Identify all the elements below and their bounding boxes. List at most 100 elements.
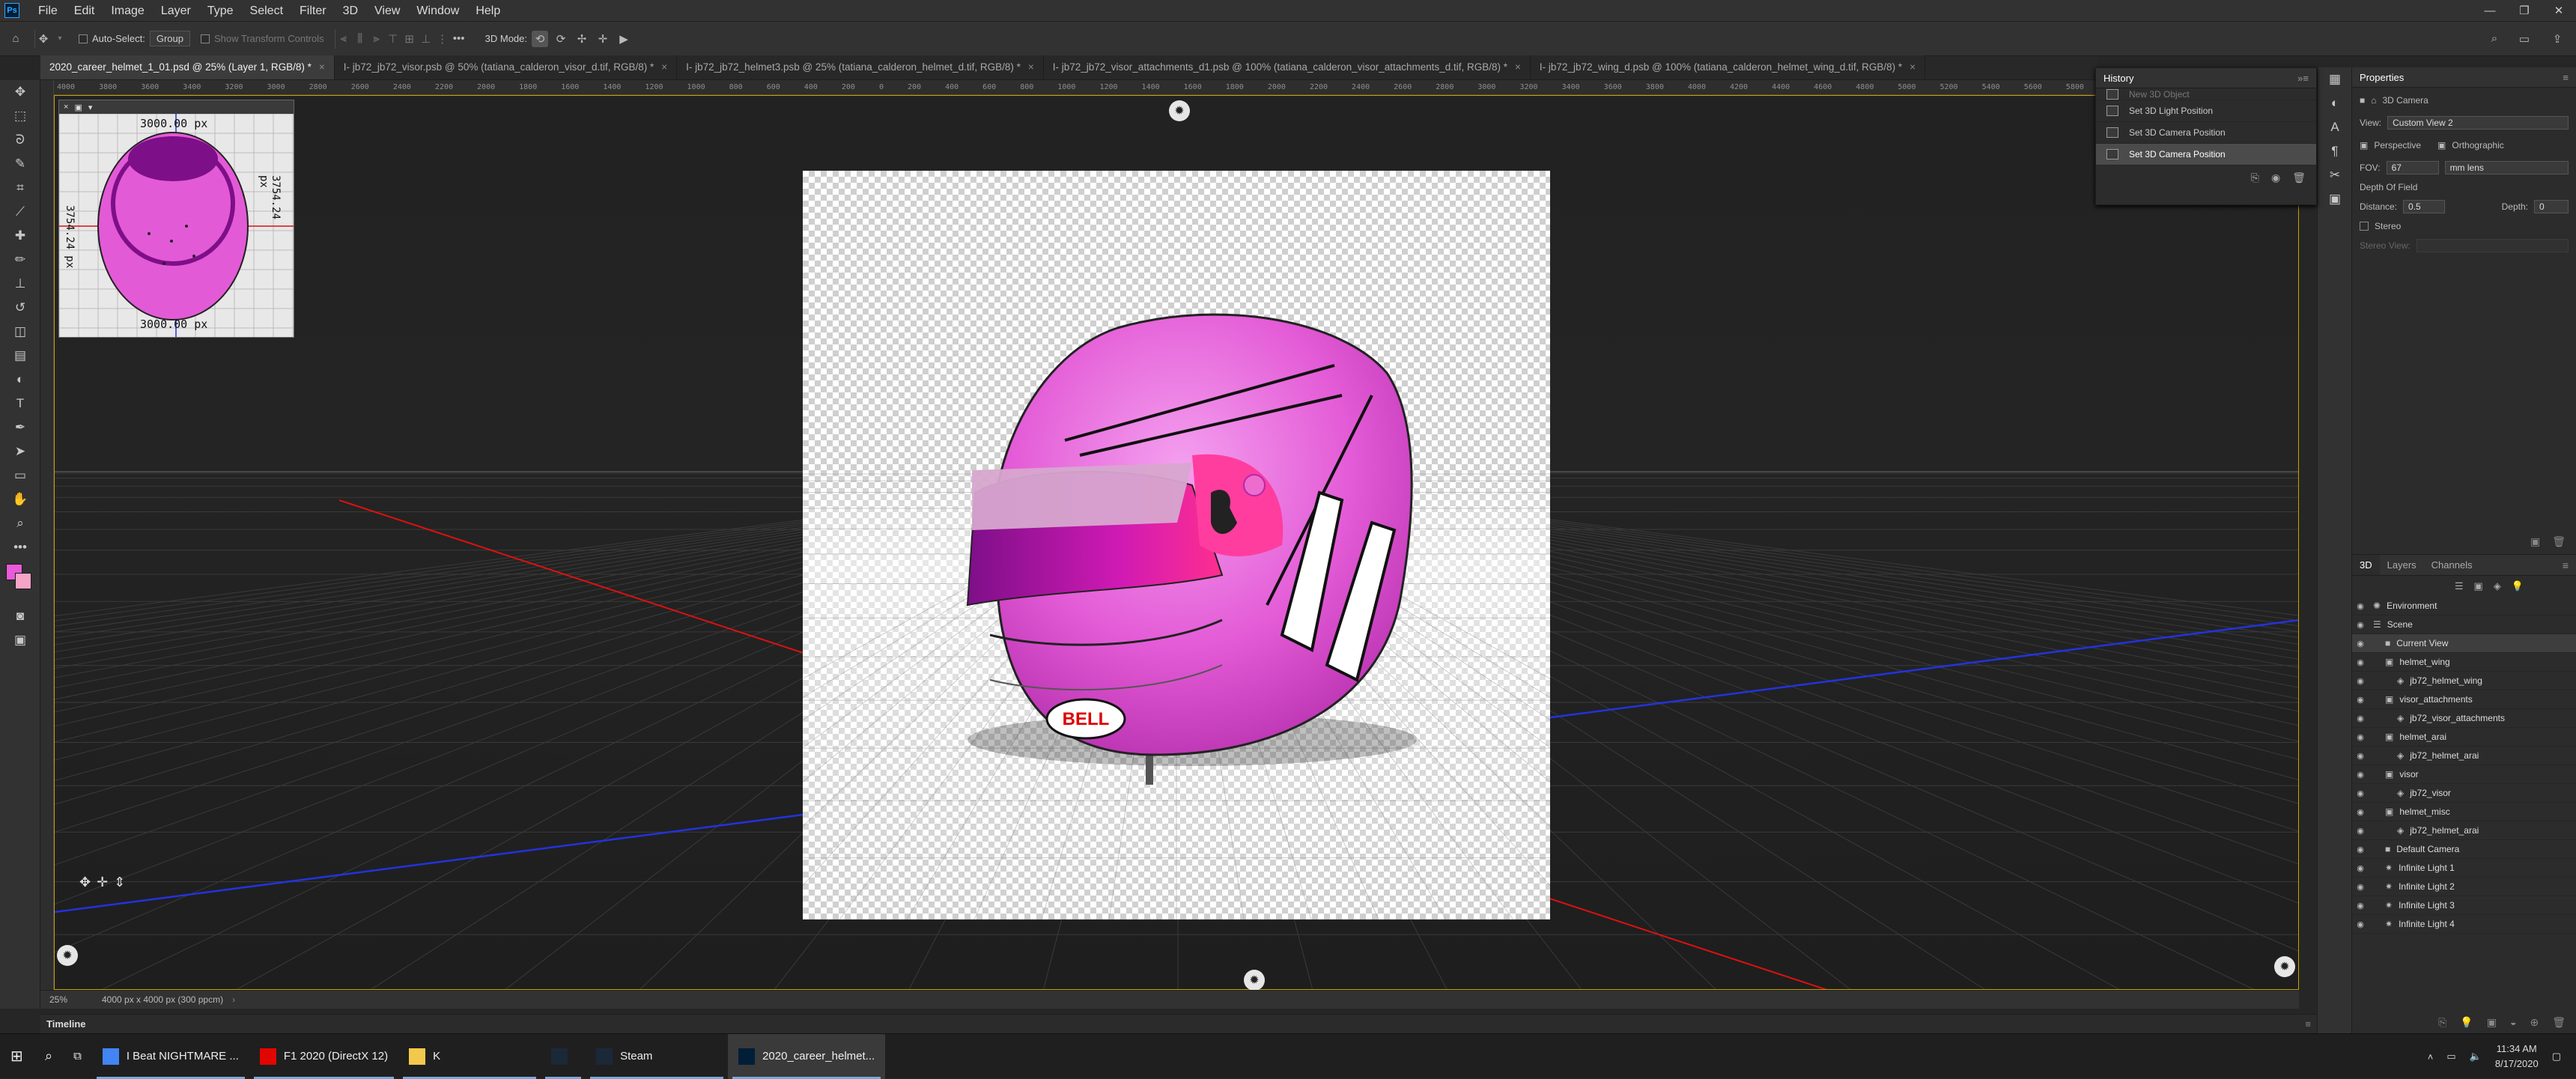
render-icon[interactable]: ▣ <box>2530 535 2540 548</box>
filter-scene-icon[interactable]: ☰ <box>2455 580 2464 592</box>
view-dropdown-icon[interactable]: ▾ <box>88 103 93 112</box>
render-icon[interactable]: ▣ <box>2487 1016 2497 1029</box>
visibility-eye-icon[interactable]: ◉ <box>2352 676 2369 686</box>
taskbar-app-button[interactable]: Steam <box>586 1034 728 1079</box>
view-menu-icon[interactable]: ▣ <box>74 103 82 112</box>
new-document-from-state-icon[interactable]: ⎘ <box>2251 171 2259 184</box>
roll-3d-icon[interactable]: ⟳ <box>553 31 569 47</box>
search-icon[interactable]: ⌕ <box>2486 31 2503 47</box>
libraries-panel-icon[interactable]: ▣ <box>2318 187 2352 211</box>
visibility-eye-icon[interactable]: ◉ <box>2352 826 2369 836</box>
more-tools-icon[interactable]: ••• <box>0 535 40 559</box>
close-tab-icon[interactable]: × <box>1910 61 1916 73</box>
menu-file[interactable]: File <box>30 0 66 22</box>
scene-tree-row[interactable]: ◉ ◈ jb72_visor <box>2352 784 2576 803</box>
history-item[interactable]: Set 3D Camera Position <box>2096 144 2316 165</box>
brush-tool-icon[interactable]: ✏ <box>0 248 40 272</box>
stamp-tool-icon[interactable]: ⊥ <box>0 272 40 296</box>
align-bottom-icon[interactable]: ⊥ <box>418 31 434 47</box>
tools-panel-icon[interactable]: ✂ <box>2318 163 2352 187</box>
add-constraint-icon[interactable]: ⎘ <box>2438 1016 2446 1029</box>
eraser-tool-icon[interactable]: ◫ <box>0 320 40 344</box>
menu-edit[interactable]: Edit <box>66 0 103 22</box>
ground-shadow-icon[interactable]: ◒ <box>2510 1016 2516 1029</box>
restore-button[interactable]: ❐ <box>2507 0 2542 22</box>
scene-tree-row[interactable]: ◉ ▣ helmet_wing <box>2352 653 2576 672</box>
start-button[interactable]: ⊞ <box>0 1034 34 1079</box>
auto-select-checkbox[interactable] <box>79 34 88 43</box>
task-view-button[interactable]: ⧉ <box>63 1034 92 1079</box>
tab-document[interactable]: 2020_career_helmet_1_01.psd @ 25% (Layer… <box>40 55 335 79</box>
scale-axis-icon[interactable]: ⇕ <box>114 875 125 890</box>
chevron-down-icon[interactable]: ▾ <box>52 31 68 47</box>
tab-3d[interactable]: 3D <box>2352 555 2380 575</box>
fov-input[interactable]: 67 <box>2386 161 2439 174</box>
more-options-icon[interactable]: ••• <box>451 31 467 47</box>
visibility-eye-icon[interactable]: ◉ <box>2352 882 2369 892</box>
trash-icon[interactable]: 🗑 <box>2552 535 2566 548</box>
align-right-icon[interactable]: ⫸ <box>368 31 385 47</box>
scene-tree-row[interactable]: ◉ ▣ helmet_arai <box>2352 728 2576 747</box>
perspective-option[interactable]: Perspective <box>2374 140 2421 151</box>
close-tab-icon[interactable]: × <box>1028 61 1034 73</box>
shape-tool-icon[interactable]: ▭ <box>0 463 40 487</box>
scene-tree-row[interactable]: ◉ ◈ jb72_visor_attachments <box>2352 709 2576 728</box>
search-button[interactable]: ⌕ <box>34 1034 63 1079</box>
hand-tool-icon[interactable]: ✋ <box>0 487 40 511</box>
close-tab-icon[interactable]: × <box>319 61 325 73</box>
drag-3d-icon[interactable]: ✢ <box>574 31 590 47</box>
gradient-tool-icon[interactable]: ▤ <box>0 344 40 368</box>
menu-select[interactable]: Select <box>242 0 291 22</box>
dodge-tool-icon[interactable]: ◐ <box>0 368 40 392</box>
scene-tree-row[interactable]: ◉ ☰ Scene <box>2352 616 2576 634</box>
view-dropdown[interactable]: Custom View 2 <box>2387 116 2569 130</box>
zoom-tool-icon[interactable]: ⌕ <box>0 511 40 535</box>
taskbar-app-button[interactable] <box>541 1034 586 1079</box>
scene-tree-row[interactable]: ◉ ▣ visor_attachments <box>2352 690 2576 709</box>
visibility-eye-icon[interactable]: ◉ <box>2352 732 2369 742</box>
menu-type[interactable]: Type <box>199 0 242 22</box>
share-icon[interactable]: ⇪ <box>2549 31 2566 47</box>
move-axis-icon[interactable]: ✛ <box>97 875 108 890</box>
lens-dropdown[interactable]: mm lens <box>2444 161 2569 174</box>
visibility-eye-icon[interactable]: ◉ <box>2352 695 2369 705</box>
panel-menu-icon[interactable]: »≡ <box>2297 73 2309 84</box>
chevron-up-icon[interactable]: ˄ <box>2428 1051 2434 1063</box>
adjustments-panel-icon[interactable]: ◐ <box>2318 91 2352 115</box>
light-source-icon[interactable]: ✹ <box>2274 956 2295 977</box>
move-tool-icon[interactable]: ✥ <box>35 31 52 47</box>
add-light-icon[interactable]: 💡 <box>2460 1016 2473 1029</box>
secondary-view[interactable]: × ▣ ▾ 3000.00 px 3000.00 px 3754.24 px 3… <box>58 100 294 338</box>
new-object-icon[interactable]: ⊕ <box>2530 1016 2539 1029</box>
visibility-eye-icon[interactable]: ◉ <box>2352 845 2369 854</box>
close-view-icon[interactable]: × <box>64 103 68 112</box>
history-item[interactable]: Set 3D Camera Position <box>2096 122 2316 144</box>
trash-icon[interactable]: 🗑 <box>2552 1016 2566 1029</box>
show-transform-option[interactable]: Show Transform Controls <box>200 33 324 44</box>
scene-tree-row[interactable]: ◉ ▣ visor <box>2352 765 2576 784</box>
trash-icon[interactable]: 🗑 <box>2292 171 2306 184</box>
menu-filter[interactable]: Filter <box>291 0 335 22</box>
move-tool-icon[interactable]: ✥ <box>0 80 40 104</box>
screen-mode-icon[interactable]: ▣ <box>0 628 40 652</box>
visibility-eye-icon[interactable]: ◉ <box>2352 901 2369 911</box>
home-icon[interactable]: ⌂ <box>7 31 24 47</box>
taskbar-app-button[interactable]: K <box>398 1034 541 1079</box>
distribute-icon[interactable]: ⋮ <box>434 31 451 47</box>
visibility-eye-icon[interactable]: ◉ <box>2352 863 2369 873</box>
lasso-tool-icon[interactable]: ᘐ <box>0 128 40 152</box>
perspective-icon[interactable]: ▣ <box>2360 140 2368 151</box>
auto-select-option[interactable]: Auto-Select: Group <box>79 31 190 46</box>
notifications-icon[interactable]: ▢ <box>2552 1051 2561 1063</box>
panel-menu-icon[interactable]: ≡ <box>2563 72 2569 83</box>
scene-tree-row[interactable]: ◉ ✷ Infinite Light 3 <box>2352 896 2576 915</box>
taskbar-app-button[interactable]: 2020_career_helmet... <box>728 1033 886 1079</box>
marquee-tool-icon[interactable]: ⬚ <box>0 104 40 128</box>
visibility-eye-icon[interactable]: ◉ <box>2352 751 2369 761</box>
scene-tree-row[interactable]: ◉ ◈ jb72_helmet_wing <box>2352 672 2576 690</box>
scale-3d-icon[interactable]: ▶ <box>616 31 632 47</box>
orthographic-option[interactable]: Orthographic <box>2452 140 2503 151</box>
status-arrow-icon[interactable]: › <box>232 994 235 1005</box>
scene-tree-row[interactable]: ◉ ✷ Infinite Light 2 <box>2352 878 2576 896</box>
history-brush-tool-icon[interactable]: ↺ <box>0 296 40 320</box>
